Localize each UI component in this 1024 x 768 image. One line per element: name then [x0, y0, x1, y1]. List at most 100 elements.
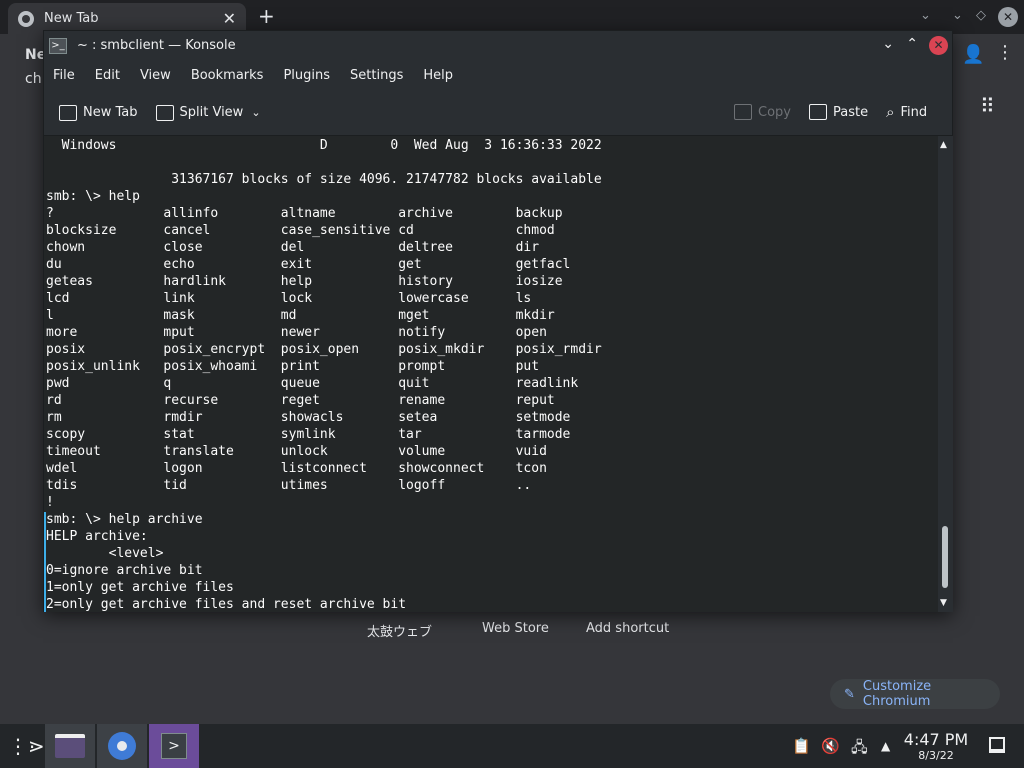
- menu-kebab-icon[interactable]: ⋮: [996, 42, 1014, 63]
- new-tab-icon: [59, 104, 77, 121]
- konsole-app-icon[interactable]: >_: [49, 37, 67, 54]
- shortcut-add[interactable]: Add shortcut: [586, 621, 669, 636]
- chromium-icon: [108, 732, 136, 760]
- maximize-icon[interactable]: ◇: [976, 8, 986, 23]
- tab-close-icon[interactable]: ✕: [223, 9, 236, 28]
- konsole-icon: >: [161, 733, 187, 759]
- window-close-icon[interactable]: ✕: [929, 36, 948, 55]
- terminal-line: <level>: [46, 546, 164, 561]
- terminal-line: geteas hardlink help history iosize: [46, 274, 563, 289]
- copy-icon: [734, 104, 752, 120]
- menu-edit[interactable]: Edit: [95, 68, 120, 83]
- terminal-line: smb: \> help archive: [46, 512, 203, 527]
- customize-chromium-button[interactable]: ✎ Customize Chromium: [830, 679, 1000, 709]
- terminal-line: pwd q queue quit readlink: [46, 376, 579, 391]
- paste-label: Paste: [832, 104, 869, 120]
- clipboard-icon[interactable]: 📋: [792, 737, 811, 755]
- copy-button[interactable]: Copy: [734, 104, 791, 120]
- task-konsole[interactable]: >: [149, 724, 199, 768]
- paste-button[interactable]: Paste: [808, 104, 869, 120]
- minimize-icon[interactable]: ⌄: [952, 8, 963, 23]
- terminal-line: 0=ignore archive bit: [46, 563, 203, 578]
- terminal-line: rd recurse reget rename reput: [46, 393, 555, 408]
- taskbar: ⋮⋗ > 📋 🔇 🖧 ▲ 4:47 PM 8/3/22: [0, 724, 1024, 768]
- copy-label: Copy: [758, 104, 791, 120]
- clock-time: 4:47 PM: [903, 730, 969, 749]
- konsole-window: >_ ~ : smbclient — Konsole ⌄ ⌃ ✕ File Ed…: [43, 30, 953, 612]
- split-view-button[interactable]: Split View ⌄: [155, 104, 261, 121]
- chrome-favicon-icon: [18, 10, 34, 27]
- terminal-line: timeout translate unlock volume vuid: [46, 444, 547, 459]
- terminal-line: wdel logon listconnect showconnect tcon: [46, 461, 547, 476]
- menu-view[interactable]: View: [140, 68, 171, 83]
- menu-bookmarks[interactable]: Bookmarks: [191, 68, 264, 83]
- menu-plugins[interactable]: Plugins: [283, 68, 330, 83]
- customize-label: Customize Chromium: [862, 679, 932, 709]
- window-maximize-icon[interactable]: ⌃: [906, 36, 918, 52]
- menu-help[interactable]: Help: [423, 68, 453, 83]
- terminal-line: l mask md mget mkdir: [46, 308, 555, 323]
- scrollbar[interactable]: ▲ ▼: [938, 136, 953, 612]
- menu-settings[interactable]: Settings: [350, 68, 403, 83]
- task-chromium[interactable]: [97, 724, 147, 768]
- volume-muted-icon[interactable]: 🔇: [821, 737, 840, 755]
- split-view-icon: [155, 104, 174, 121]
- new-tab-label: New Tab: [83, 105, 138, 120]
- show-desktop-icon[interactable]: [989, 737, 1005, 753]
- terminal-line: scopy stat symlink tar tarmode: [46, 427, 571, 442]
- folder-icon: [55, 734, 85, 758]
- terminal-line: 31367167 blocks of size 4096. 21747782 b…: [46, 172, 602, 187]
- terminal-line: more mput newer notify open: [46, 325, 547, 340]
- konsole-titlebar[interactable]: >_ ~ : smbclient — Konsole ⌄ ⌃ ✕: [44, 31, 952, 60]
- new-tab-button[interactable]: +: [258, 4, 275, 28]
- terminal-line: posix_unlink posix_whoami print prompt p…: [46, 359, 540, 374]
- terminal-line: smb: \> help: [46, 189, 140, 204]
- app-launcher-icon[interactable]: ⋮⋗: [8, 734, 45, 758]
- terminal-line: blocksize cancel case_sensitive cd chmod: [46, 223, 555, 238]
- paste-icon: [808, 104, 827, 120]
- browser-tabbar: New Tab ✕ + ⌄ ⌄ ◇ ✕: [0, 0, 1024, 34]
- shortcut-taiko-web[interactable]: 太鼓ウェブ: [367, 621, 432, 640]
- terminal-line: Windows D 0 Wed Aug 3 16:36:33 2022: [46, 138, 602, 153]
- terminal-output: Windows D 0 Wed Aug 3 16:36:33 2022 3136…: [46, 137, 602, 612]
- profile-icon[interactable]: 👤: [962, 44, 984, 65]
- terminal-line: rm rmdir showacls setea setmode: [46, 410, 571, 425]
- network-icon[interactable]: 🖧: [851, 737, 868, 762]
- terminal-line: tdis tid utimes logoff ..: [46, 478, 532, 493]
- menubar: File Edit View Bookmarks Plugins Setting…: [44, 60, 952, 90]
- terminal-view[interactable]: Windows D 0 Wed Aug 3 16:36:33 2022 3136…: [44, 136, 938, 612]
- terminal-line: !: [46, 495, 54, 510]
- search-icon: ⌕: [886, 103, 895, 121]
- browser-tab-title: New Tab: [44, 11, 99, 26]
- terminal-line: HELP archive:: [46, 529, 148, 544]
- clock-date: 8/3/22: [918, 749, 954, 762]
- browser-partial-text: ch: [25, 71, 42, 87]
- terminal-line: ? allinfo altname archive backup: [46, 206, 563, 221]
- scroll-down-icon[interactable]: ▼: [940, 598, 947, 608]
- terminal-line: posix posix_encrypt posix_open posix_mkd…: [46, 342, 602, 357]
- terminal-line: chown close del deltree dir: [46, 240, 540, 255]
- new-tab-button[interactable]: New Tab: [59, 104, 138, 121]
- terminal-line: du echo exit get getfacl: [46, 257, 571, 272]
- scroll-thumb[interactable]: [942, 526, 948, 588]
- window-title: ~ : smbclient — Konsole: [77, 38, 236, 53]
- toolbar: New Tab Split View ⌄ Copy Paste ⌕ Find: [44, 90, 952, 136]
- scroll-up-icon[interactable]: ▲: [940, 140, 947, 150]
- task-file-manager[interactable]: [45, 724, 95, 768]
- find-label: Find: [900, 104, 928, 120]
- chevron-down-icon[interactable]: ⌄: [251, 106, 260, 119]
- find-button[interactable]: ⌕ Find: [886, 103, 927, 121]
- tray-expand-icon[interactable]: ▲: [881, 739, 890, 753]
- terminal-line: lcd link lock lowercase ls: [46, 291, 532, 306]
- shortcut-web-store[interactable]: Web Store: [482, 621, 549, 636]
- menu-file[interactable]: File: [53, 68, 75, 83]
- terminal-line: 2=only get archive files and reset archi…: [46, 597, 407, 612]
- clock[interactable]: 4:47 PM 8/3/22: [900, 731, 972, 763]
- tab-search-icon[interactable]: ⌄: [920, 8, 931, 23]
- apps-grid-icon[interactable]: ⠿: [980, 94, 995, 118]
- split-view-label: Split View: [179, 105, 244, 120]
- browser-close-icon[interactable]: ✕: [998, 7, 1018, 27]
- terminal-line: 1=only get archive files: [46, 580, 234, 595]
- window-menu-icon[interactable]: ⌄: [882, 36, 894, 52]
